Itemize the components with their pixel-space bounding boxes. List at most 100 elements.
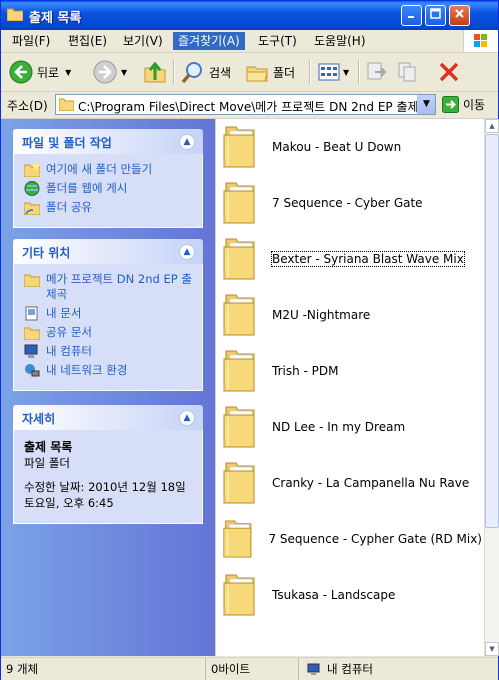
task-share-folder[interactable]: 폴더 공유 — [24, 200, 194, 215]
status-object-count: 9 개체 — [1, 658, 206, 680]
maximize-button[interactable] — [425, 5, 446, 26]
scroll-thumb[interactable] — [485, 134, 499, 528]
folder-item[interactable]: 7 Sequence - Cyber Gate — [222, 179, 482, 227]
computer-icon — [24, 344, 38, 358]
folder-name: 7 Sequence - Cypher Gate (RD Mix) — [268, 532, 482, 546]
forward-dropdown-icon[interactable]: ▼ — [121, 68, 127, 77]
file-folder-tasks-panel: 파일 및 폴더 작업 ▲ 여기에 새 폴더 만들기 폴더를 웹에 게시 폴더 공… — [13, 129, 203, 228]
title-bar[interactable]: 출제 목록 — [1, 1, 498, 30]
arrow-up-icon: ▲ — [489, 122, 495, 130]
file-folder-tasks-body: 여기에 새 폴더 만들기 폴더를 웹에 게시 폴더 공유 — [13, 154, 203, 228]
folder-item[interactable]: Trish - PDM — [222, 347, 482, 395]
collapse-icon[interactable]: ▲ — [179, 134, 195, 150]
toolbar-separator — [358, 60, 360, 84]
place-shared-documents[interactable]: 공유 문서 — [24, 325, 194, 340]
task-publish-web[interactable]: 폴더를 웹에 게시 — [24, 181, 194, 196]
folder-item[interactable]: Cranky - La Campanella Nu Rave — [222, 459, 482, 507]
task-publish-web-label: 폴더를 웹에 게시 — [46, 181, 128, 195]
details-body: 출제 목록 파일 폴더 수정한 날짜: 2010년 12월 18일 토요일, 오… — [13, 430, 203, 524]
menu-favorites[interactable]: 즐겨찾기(A) — [173, 32, 245, 50]
toolbar-separator — [309, 60, 311, 84]
status-bar: 9 개체 0바이트 내 컴퓨터 — [1, 657, 498, 680]
minimize-icon — [408, 16, 414, 18]
details-type: 파일 폴더 — [24, 456, 70, 470]
task-new-folder[interactable]: 여기에 새 폴더 만들기 — [24, 162, 194, 177]
place-my-documents[interactable]: 내 문서 — [24, 306, 194, 321]
folder-name: ND Lee - In my Dream — [272, 420, 406, 434]
address-input[interactable]: C:\Program Files\Direct Move\메가 프로젝트 DN … — [55, 94, 436, 115]
go-button[interactable]: 이동 — [442, 96, 485, 113]
place-shared-documents-label: 공유 문서 — [46, 325, 92, 339]
folder-item[interactable]: M2U -Nightmare — [222, 291, 482, 339]
place-parent-folder[interactable]: 메가 프로젝트 DN 2nd EP 출제곡 — [24, 272, 194, 302]
explorer-window: 출제 목록 파일(F) 편집(E) 보기(V) 즐겨찾기(A) 도구(T) 도움… — [0, 0, 499, 680]
scroll-up-button[interactable]: ▲ — [485, 119, 499, 133]
address-path: C:\Program Files\Direct Move\메가 프로젝트 DN … — [78, 100, 419, 114]
folder-icon — [223, 238, 255, 280]
back-arrow-icon — [9, 60, 33, 84]
back-dropdown-icon[interactable]: ▼ — [65, 68, 71, 77]
up-button[interactable] — [143, 58, 167, 86]
scroll-down-button[interactable]: ▼ — [485, 642, 499, 656]
folders-button[interactable]: 폴더 — [245, 58, 295, 86]
details-heading: 자세히 — [22, 412, 56, 426]
shared-folder-icon — [24, 202, 40, 215]
collapse-icon[interactable]: ▲ — [179, 410, 195, 426]
folder-icon — [223, 406, 255, 448]
other-places-header[interactable]: 기타 위치 ▲ — [13, 239, 203, 264]
views-button[interactable]: ▼ — [317, 58, 349, 86]
menu-view[interactable]: 보기(V) — [118, 32, 168, 50]
windows-flag-icon — [474, 34, 487, 47]
delete-button[interactable] — [437, 58, 461, 86]
address-dropdown-button[interactable]: ▼ — [417, 95, 435, 114]
folder-icon — [223, 574, 255, 616]
menu-edit[interactable]: 편집(E) — [63, 32, 112, 50]
new-folder-icon — [24, 163, 40, 177]
menu-help[interactable]: 도움말(H) — [309, 32, 371, 50]
copy-to-button[interactable] — [396, 58, 420, 86]
search-icon — [181, 62, 202, 84]
back-label: 뒤로 — [37, 65, 60, 80]
file-folder-tasks-title: 파일 및 폴더 작업 — [22, 136, 112, 150]
back-button[interactable]: 뒤로 ▼ — [9, 58, 71, 86]
place-network[interactable]: 내 네트워크 환경 — [24, 363, 194, 378]
windows-logo — [463, 30, 498, 52]
vertical-scrollbar[interactable]: ▲ ▼ — [484, 119, 499, 656]
folder-name: Cranky - La Campanella Nu Rave — [272, 476, 470, 490]
folder-item[interactable]: Tsukasa - Landscape — [222, 571, 482, 619]
menu-bar: 파일(F) 편집(E) 보기(V) 즐겨찾기(A) 도구(T) 도움말(H) — [1, 30, 498, 53]
details-header[interactable]: 자세히 ▲ — [13, 405, 203, 430]
network-icon — [25, 364, 40, 377]
maximize-icon — [430, 8, 441, 19]
folder-name: 7 Sequence - Cyber Gate — [272, 196, 423, 210]
status-location-label: 내 컴퓨터 — [327, 662, 373, 676]
close-icon — [455, 9, 464, 18]
address-bar: 주소(D) C:\Program Files\Direct Move\메가 프로… — [1, 92, 498, 119]
collapse-icon[interactable]: ▲ — [179, 244, 195, 260]
place-my-computer[interactable]: 내 컴퓨터 — [24, 344, 194, 359]
minimize-button[interactable] — [401, 5, 422, 26]
status-size: 0바이트 — [206, 658, 299, 680]
my-documents-icon — [25, 306, 38, 321]
folder-icon — [24, 274, 40, 287]
folder-item[interactable]: Bexter - Syriana Blast Wave Mix — [222, 235, 482, 283]
search-button[interactable]: 검색 — [181, 58, 231, 86]
menu-tools[interactable]: 도구(T) — [253, 32, 302, 50]
folder-item[interactable]: 7 Sequence - Cypher Gate (RD Mix) — [222, 515, 482, 563]
chevron-down-icon: ▼ — [423, 99, 430, 109]
folder-icon — [223, 294, 255, 336]
folder-name: Bexter - Syriana Blast Wave Mix — [271, 251, 465, 267]
details-name: 출제 목록 — [24, 440, 73, 454]
folder-icon — [59, 98, 74, 111]
folder-name: Makou - Beat U Down — [272, 140, 402, 154]
views-dropdown-icon[interactable]: ▼ — [343, 68, 349, 77]
close-button[interactable] — [449, 5, 470, 26]
folder-up-icon — [144, 61, 166, 83]
folder-icon — [223, 520, 252, 558]
folder-item[interactable]: Makou - Beat U Down — [222, 123, 482, 171]
file-folder-tasks-header[interactable]: 파일 및 폴더 작업 ▲ — [13, 129, 203, 154]
folder-item[interactable]: ND Lee - In my Dream — [222, 403, 482, 451]
forward-button[interactable]: ▼ — [93, 58, 127, 86]
move-to-button[interactable] — [365, 58, 389, 86]
menu-file[interactable]: 파일(F) — [7, 32, 55, 50]
